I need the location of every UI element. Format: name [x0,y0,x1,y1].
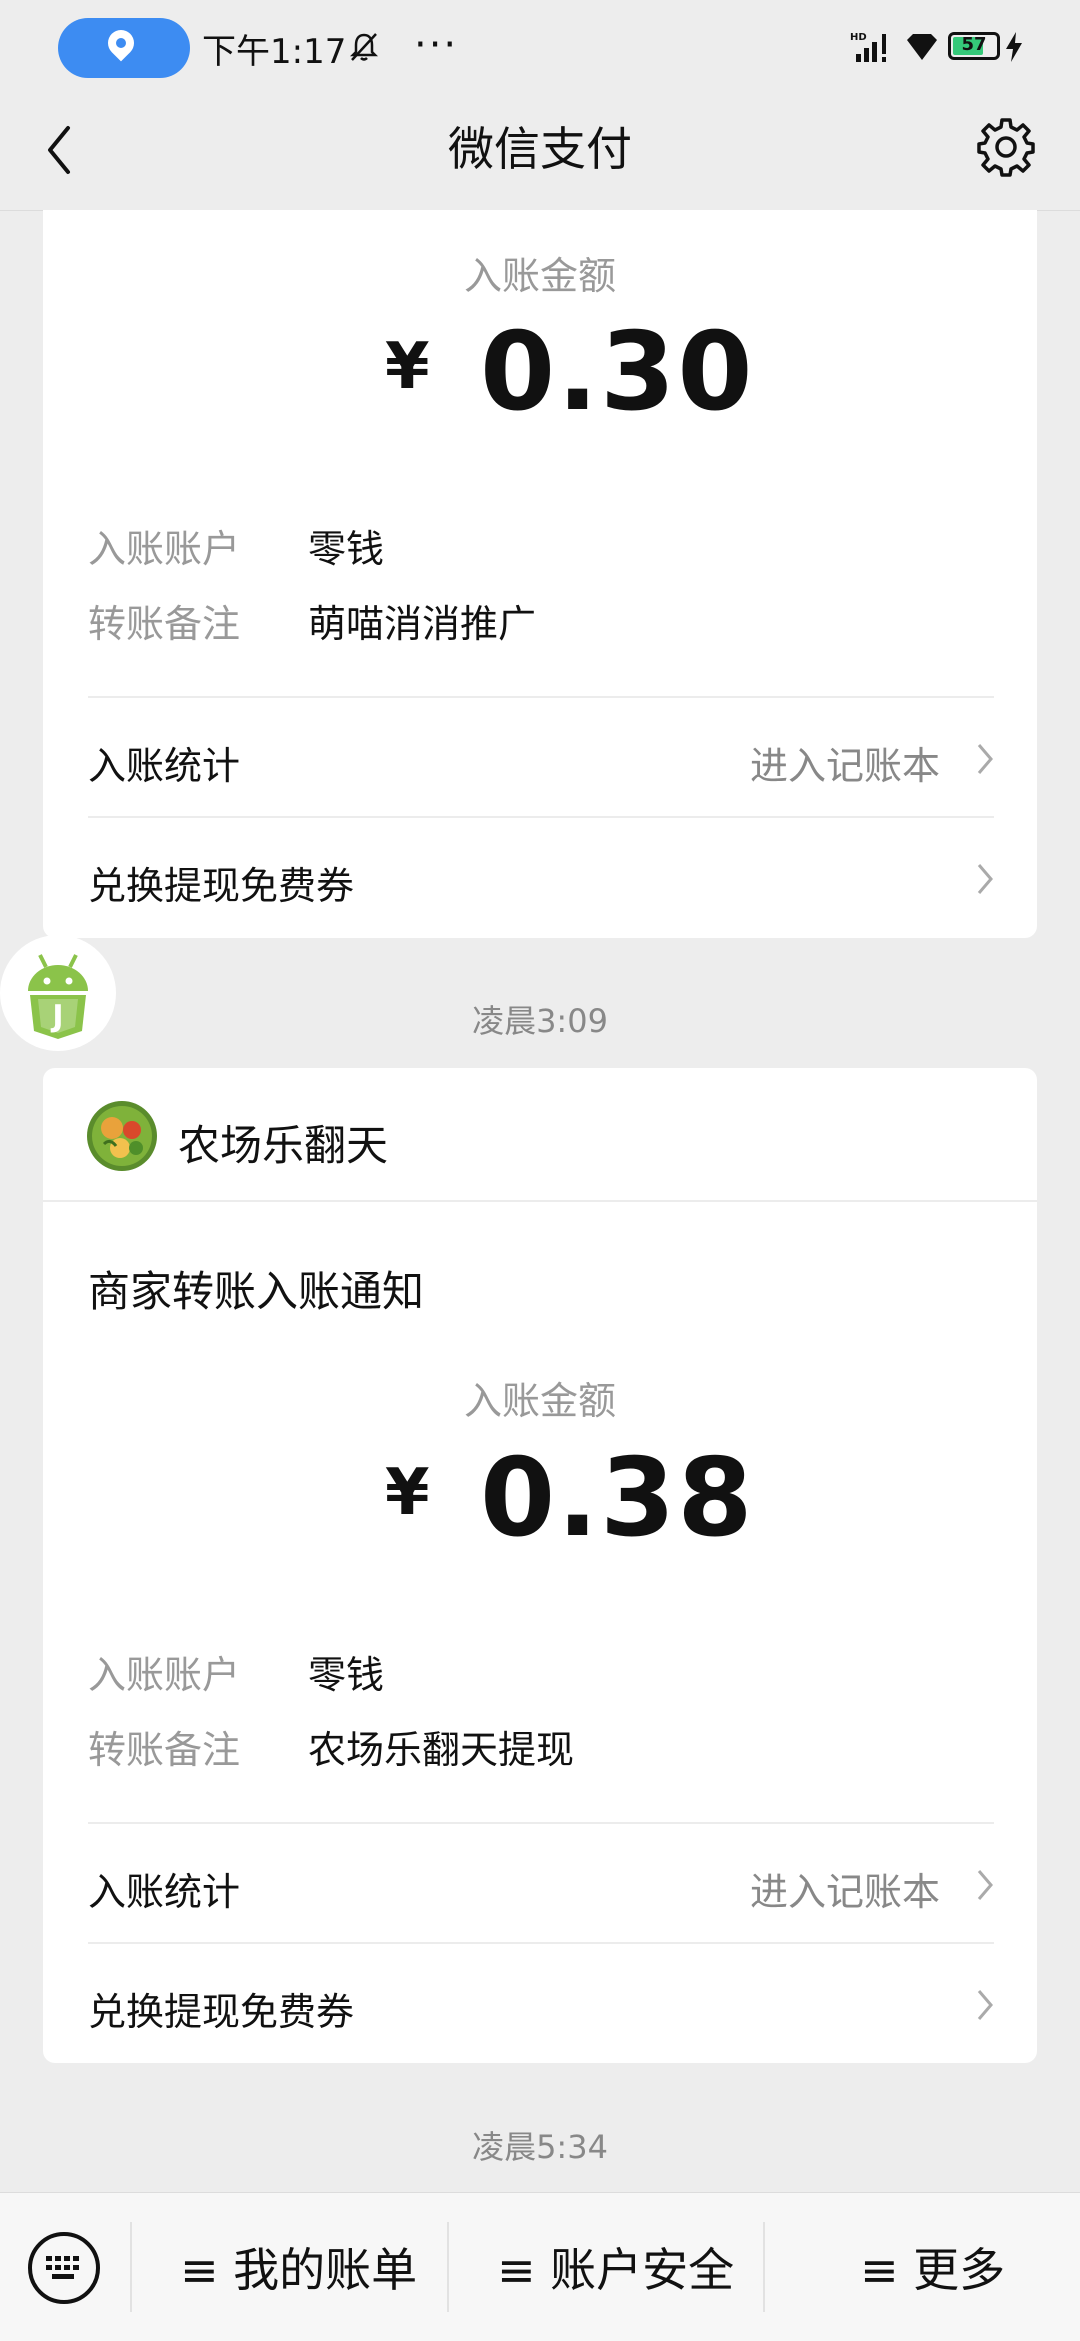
settings-gear-icon[interactable] [975,115,1037,177]
remark-value: 农场乐翻天提现 [308,1728,575,1772]
keyboard-icon [46,2256,79,2279]
amount-value: 0.30 [480,310,755,435]
merchant-avatar [87,1101,157,1171]
stats-label: 入账统计 [88,744,241,788]
page-title: 微信支付 [448,122,632,176]
menu-more[interactable]: ≡ 更多 [860,2234,1005,2300]
account-value: 零钱 [308,1653,385,1697]
currency-symbol: ¥ [385,330,430,404]
account-value: 零钱 [308,527,385,571]
account-label: 入账账户 [88,1653,241,1697]
menu-separator [447,2222,449,2312]
amount-label: 入账金额 [463,1379,616,1423]
account-label: 入账账户 [88,527,241,571]
chevron-right-icon [977,864,993,894]
battery-percent: 57 [961,34,987,55]
notice-title: 商家转账入账通知 [88,1267,425,1316]
message-timestamp: 凌晨5:34 [472,2128,608,2166]
chevron-right-icon [977,1870,993,1900]
stats-label: 入账统计 [88,1870,241,1914]
bell-muted-icon [349,33,379,61]
svg-text:HD: HD [850,32,867,43]
divider [43,1200,1037,1202]
charging-icon [1006,32,1022,62]
signal-icon: HD [850,32,886,62]
more-notifications-icon: ··· [414,22,459,68]
ledger-link[interactable]: 进入记账本 [750,1861,940,1916]
battery-icon: 57 [948,32,1000,60]
remark-label: 转账备注 [88,602,241,646]
coupon-label: 兑换提现免费券 [88,864,355,908]
currency-symbol: ¥ [385,1456,430,1530]
remark-label: 转账备注 [88,1728,241,1772]
menu-separator [130,2222,132,2312]
remark-value: 萌喵消消推广 [308,602,537,646]
message-timestamp: 凌晨3:09 [472,1002,608,1040]
coupon-label: 兑换提现免费券 [88,1990,355,2034]
ledger-link[interactable]: 进入记账本 [750,735,940,790]
merchant-name: 农场乐翻天 [178,1121,389,1170]
wifi-icon [907,34,937,60]
menu-separator [763,2222,765,2312]
menu-my-bills[interactable]: ≡ 我的账单 [180,2234,417,2300]
chevron-right-icon [977,1990,993,2020]
status-time: 下午1:17 [202,32,347,72]
chevron-right-icon [977,744,993,774]
amount-value: 0.38 [480,1436,755,1561]
keyboard-toggle-icon[interactable] [28,2232,100,2304]
menu-account-security[interactable]: ≡ 账户安全 [497,2234,734,2300]
amount-label: 入账金额 [463,254,616,298]
